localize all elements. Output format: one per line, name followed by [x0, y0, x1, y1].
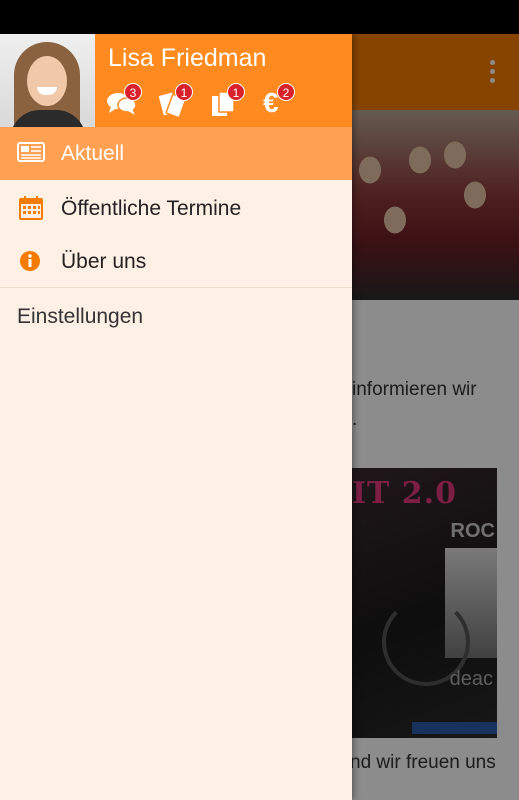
chat-icon[interactable]: 3	[106, 83, 142, 118]
tickets-badge: 1	[175, 83, 193, 101]
nav-item-oeffentliche-termine[interactable]: Öffentliche Termine	[0, 182, 352, 235]
tickets-icon[interactable]: 1	[157, 83, 193, 118]
documents-badge: 1	[227, 83, 245, 101]
newspaper-icon	[17, 141, 45, 165]
divider	[0, 287, 352, 288]
status-bar	[0, 0, 519, 34]
nav-item-aktuell[interactable]: Aktuell	[0, 127, 352, 180]
nav-item-ueber-uns[interactable]: Über uns	[0, 235, 352, 288]
user-name: Lisa Friedman	[108, 44, 267, 72]
navigation-drawer: Lisa Friedman 3 1 1 € 2 Aktuell Öffentli…	[0, 34, 352, 800]
nav-item-label: Über uns	[61, 250, 147, 273]
nav-item-label: Öffentliche Termine	[61, 197, 242, 220]
info-icon	[17, 249, 45, 273]
nav-item-label: Aktuell	[61, 142, 125, 165]
drawer-header: Lisa Friedman 3 1 1 € 2	[0, 34, 352, 127]
avatar[interactable]	[0, 34, 95, 127]
payments-badge: 2	[277, 83, 295, 101]
calendar-icon	[17, 196, 45, 220]
chat-badge: 3	[124, 83, 142, 101]
euro-icon[interactable]: € 2	[259, 83, 295, 118]
documents-icon[interactable]: 1	[209, 83, 245, 118]
settings-item[interactable]: Einstellungen	[17, 305, 143, 329]
